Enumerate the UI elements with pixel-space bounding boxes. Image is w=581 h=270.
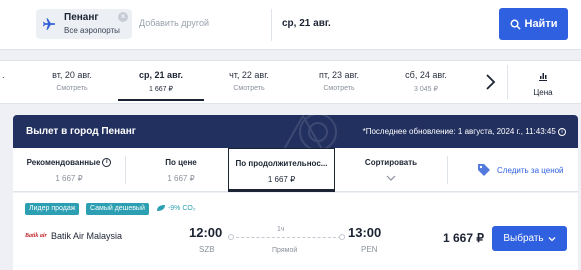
date-price: Смотреть (56, 85, 88, 92)
date-strip: . вт, 20 авг. Смотреть ср, 21 авг. 1 667… (0, 60, 581, 104)
flight-duration: 1ч (277, 226, 285, 233)
last-updated: *Последнее обновление: 1 августа, 2024 г… (363, 127, 566, 136)
sort-dropdown[interactable]: Сортировать (335, 148, 447, 192)
destination-airports: Все аэропорты (64, 26, 120, 35)
chevron-down-icon (335, 173, 447, 183)
sort-tab-title: По цене (165, 158, 197, 167)
eco-badge: -9% CO₂ (156, 203, 196, 215)
chevron-down-icon (548, 236, 556, 241)
date-field[interactable]: ср, 21 авг. (282, 18, 331, 29)
date-label: сб, 24 авг. (405, 70, 447, 80)
sort-dropdown-label: Сортировать (364, 158, 418, 167)
date-price: 1 667 ₽ (149, 86, 173, 93)
date-price: 3 045 ₽ (414, 86, 438, 93)
date-option-selected[interactable]: ср, 21 авг. 1 667 ₽ (118, 61, 204, 103)
date-price: Смотреть (233, 85, 265, 92)
select-button-label: Выбрать (503, 233, 544, 244)
divider (271, 9, 272, 41)
price-sort-label: Цена (533, 88, 553, 97)
sort-tab-price[interactable]: По цене 1 667 ₽ (126, 148, 236, 192)
search-button[interactable]: Найти (499, 8, 568, 40)
route-dot (339, 234, 345, 240)
sort-tab-price: 1 667 ₽ (55, 174, 83, 183)
plane-icon (42, 17, 56, 31)
divider (507, 65, 508, 99)
date-option[interactable]: вт, 20 авг. Смотреть (30, 61, 114, 103)
info-icon[interactable]: i (102, 158, 112, 167)
sort-tabs: Рекомендованные i 1 667 ₽ По цене 1 667 ₽… (13, 148, 578, 192)
search-icon (510, 19, 521, 30)
date-edge-partial: . (2, 70, 5, 80)
date-label: ср, 21 авг. (139, 70, 183, 80)
sort-tab-price-value: 1 667 ₽ (267, 175, 296, 184)
results-banner: Вылет в город Пенанг *Последнее обновлен… (13, 115, 578, 148)
info-icon[interactable]: i (558, 127, 566, 136)
eco-label: -9% CO₂ (167, 205, 196, 212)
follow-price-label: Следить за ценой (497, 166, 564, 175)
arrival-airport: PEN (361, 245, 378, 254)
airline-name: Batik Air Malaysia (51, 231, 123, 241)
date-label: пт, 23 авг. (319, 70, 359, 80)
sort-tab-label: Рекомендованные i (13, 158, 125, 167)
chevron-right-icon[interactable] (483, 73, 497, 91)
price-tag-icon (477, 163, 491, 177)
search-bar: Пенанг Все аэропорты × Добавить другой с… (0, 0, 581, 50)
departure-airport: SZB (199, 245, 215, 254)
date-price: Смотреть (323, 85, 355, 92)
sort-tab-title: По продолжительнос... (235, 159, 328, 168)
flight-price: 1 667 ₽ (443, 231, 484, 245)
date-option[interactable]: сб, 24 авг. 3 045 ₽ (384, 61, 468, 103)
decorative-pattern (283, 115, 337, 148)
search-button-label: Найти (524, 18, 558, 30)
sort-tab-price-value: 1 667 ₽ (167, 174, 195, 183)
badge-cheapest: Самый дешевый (86, 203, 149, 215)
arrival-time: 13:00 (348, 225, 382, 240)
route-dot (228, 234, 234, 240)
route-line (231, 237, 341, 238)
date-label: чт, 22 авг. (229, 70, 269, 80)
remove-destination-icon[interactable]: × (118, 12, 128, 22)
select-flight-button[interactable]: Выбрать (492, 226, 567, 251)
sort-tab-recommended[interactable]: Рекомендованные i 1 667 ₽ (13, 148, 125, 192)
destination-chip[interactable]: Пенанг Все аэропорты × (36, 9, 132, 39)
leaf-icon (157, 205, 165, 212)
price-sort-button[interactable]: Цена (518, 68, 568, 97)
add-destination-input[interactable]: Добавить другой (139, 18, 209, 28)
airline-logo: Batik air (25, 233, 47, 239)
follow-price-button[interactable]: Следить за ценой (453, 148, 578, 192)
flight-stops: Прямой (272, 247, 298, 254)
last-updated-text: *Последнее обновление: 1 августа, 2024 г… (362, 127, 556, 136)
badge-bestseller: Лидер продаж (25, 203, 80, 215)
results-title: Вылет в город Пенанг (26, 126, 136, 137)
divider (447, 156, 448, 184)
date-option[interactable]: пт, 23 авг. Смотреть (297, 61, 381, 103)
bar-chart-icon (539, 73, 547, 81)
date-option[interactable]: чт, 22 авг. Смотреть (207, 61, 291, 103)
sort-tab-title: Рекомендованные (26, 158, 101, 167)
flight-card[interactable]: Лидер продаж Самый дешевый -9% CO₂ Batik… (13, 193, 578, 270)
destination-city: Пенанг (64, 12, 99, 23)
date-label: вт, 20 авг. (52, 70, 92, 80)
departure-time: 12:00 (189, 225, 223, 240)
sort-tab-duration[interactable]: По продолжительнос... 1 667 ₽ (228, 148, 335, 192)
